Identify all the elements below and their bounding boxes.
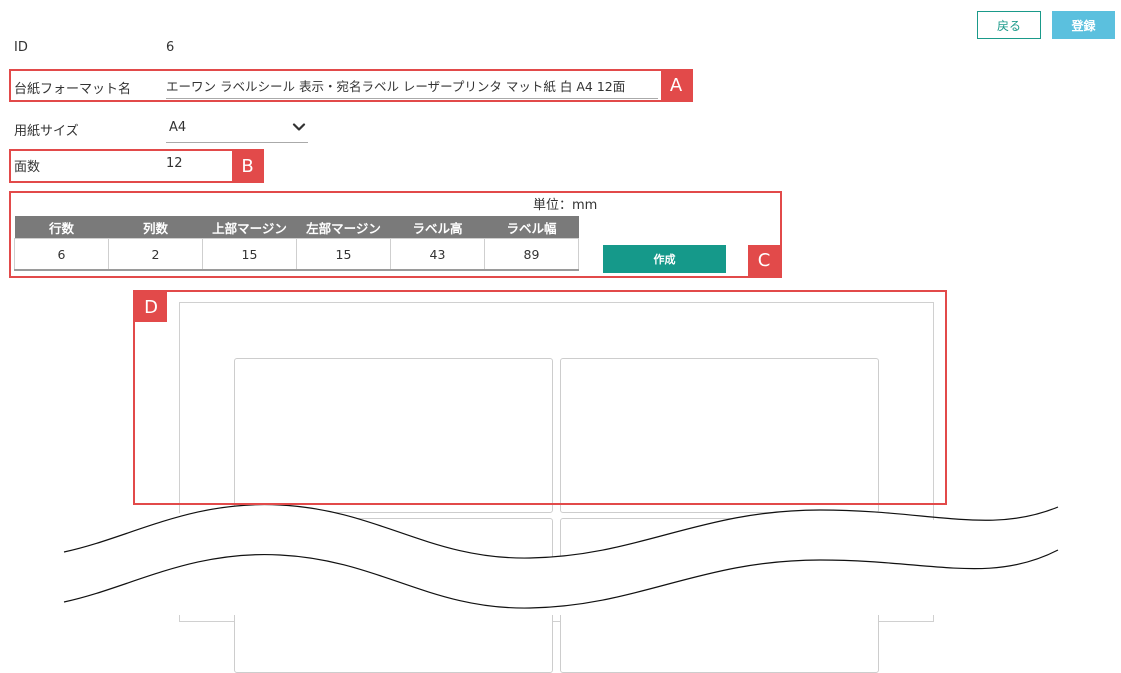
id-value: 6 (166, 40, 175, 55)
paper-size-value: A4 (169, 120, 187, 135)
back-button[interactable]: 戻る (977, 11, 1041, 39)
register-button[interactable]: 登録 (1052, 11, 1115, 39)
callout-c-tag: C (748, 245, 780, 276)
callout-b-box (9, 149, 264, 183)
callout-d-tag: D (135, 292, 167, 322)
callout-a-tag: A (661, 70, 691, 100)
callout-d-box (133, 290, 947, 505)
callout-b-tag: B (232, 150, 263, 182)
chevron-down-icon (292, 123, 306, 131)
callout-a-box (9, 69, 693, 102)
callout-c-box (9, 191, 782, 278)
id-label: ID (14, 40, 28, 55)
paper-size-label: 用紙サイズ (14, 124, 79, 139)
paper-size-select[interactable]: A4 (166, 115, 308, 143)
